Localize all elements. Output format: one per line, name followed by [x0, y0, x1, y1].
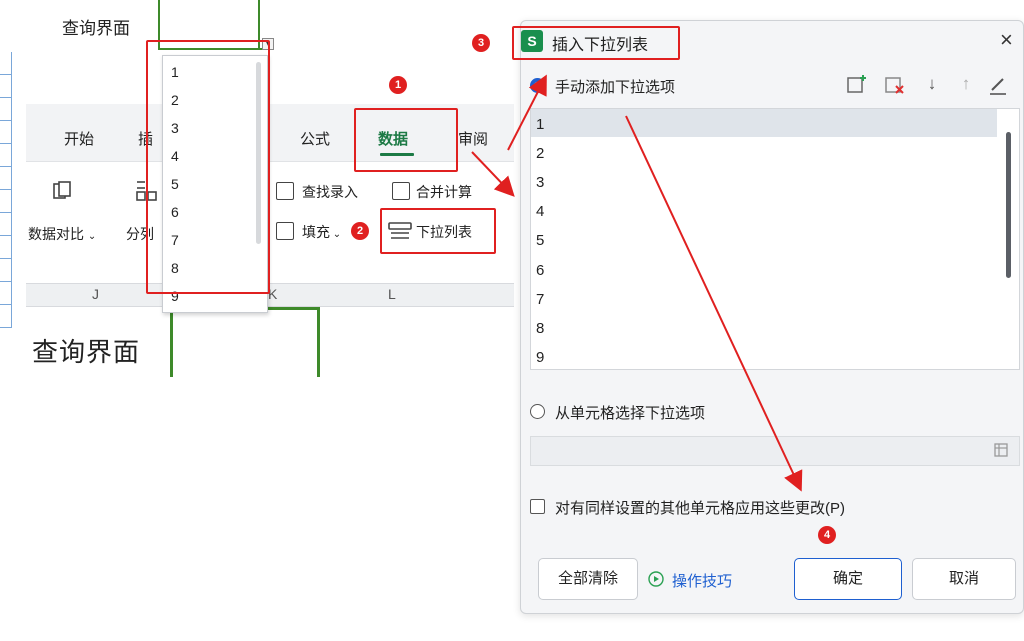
arrow-to-dialog — [507, 74, 547, 151]
arrow-to-apply-option — [625, 115, 803, 492]
annotation-arrows — [471, 74, 803, 492]
arrow-to-dropdown-button — [471, 151, 515, 197]
